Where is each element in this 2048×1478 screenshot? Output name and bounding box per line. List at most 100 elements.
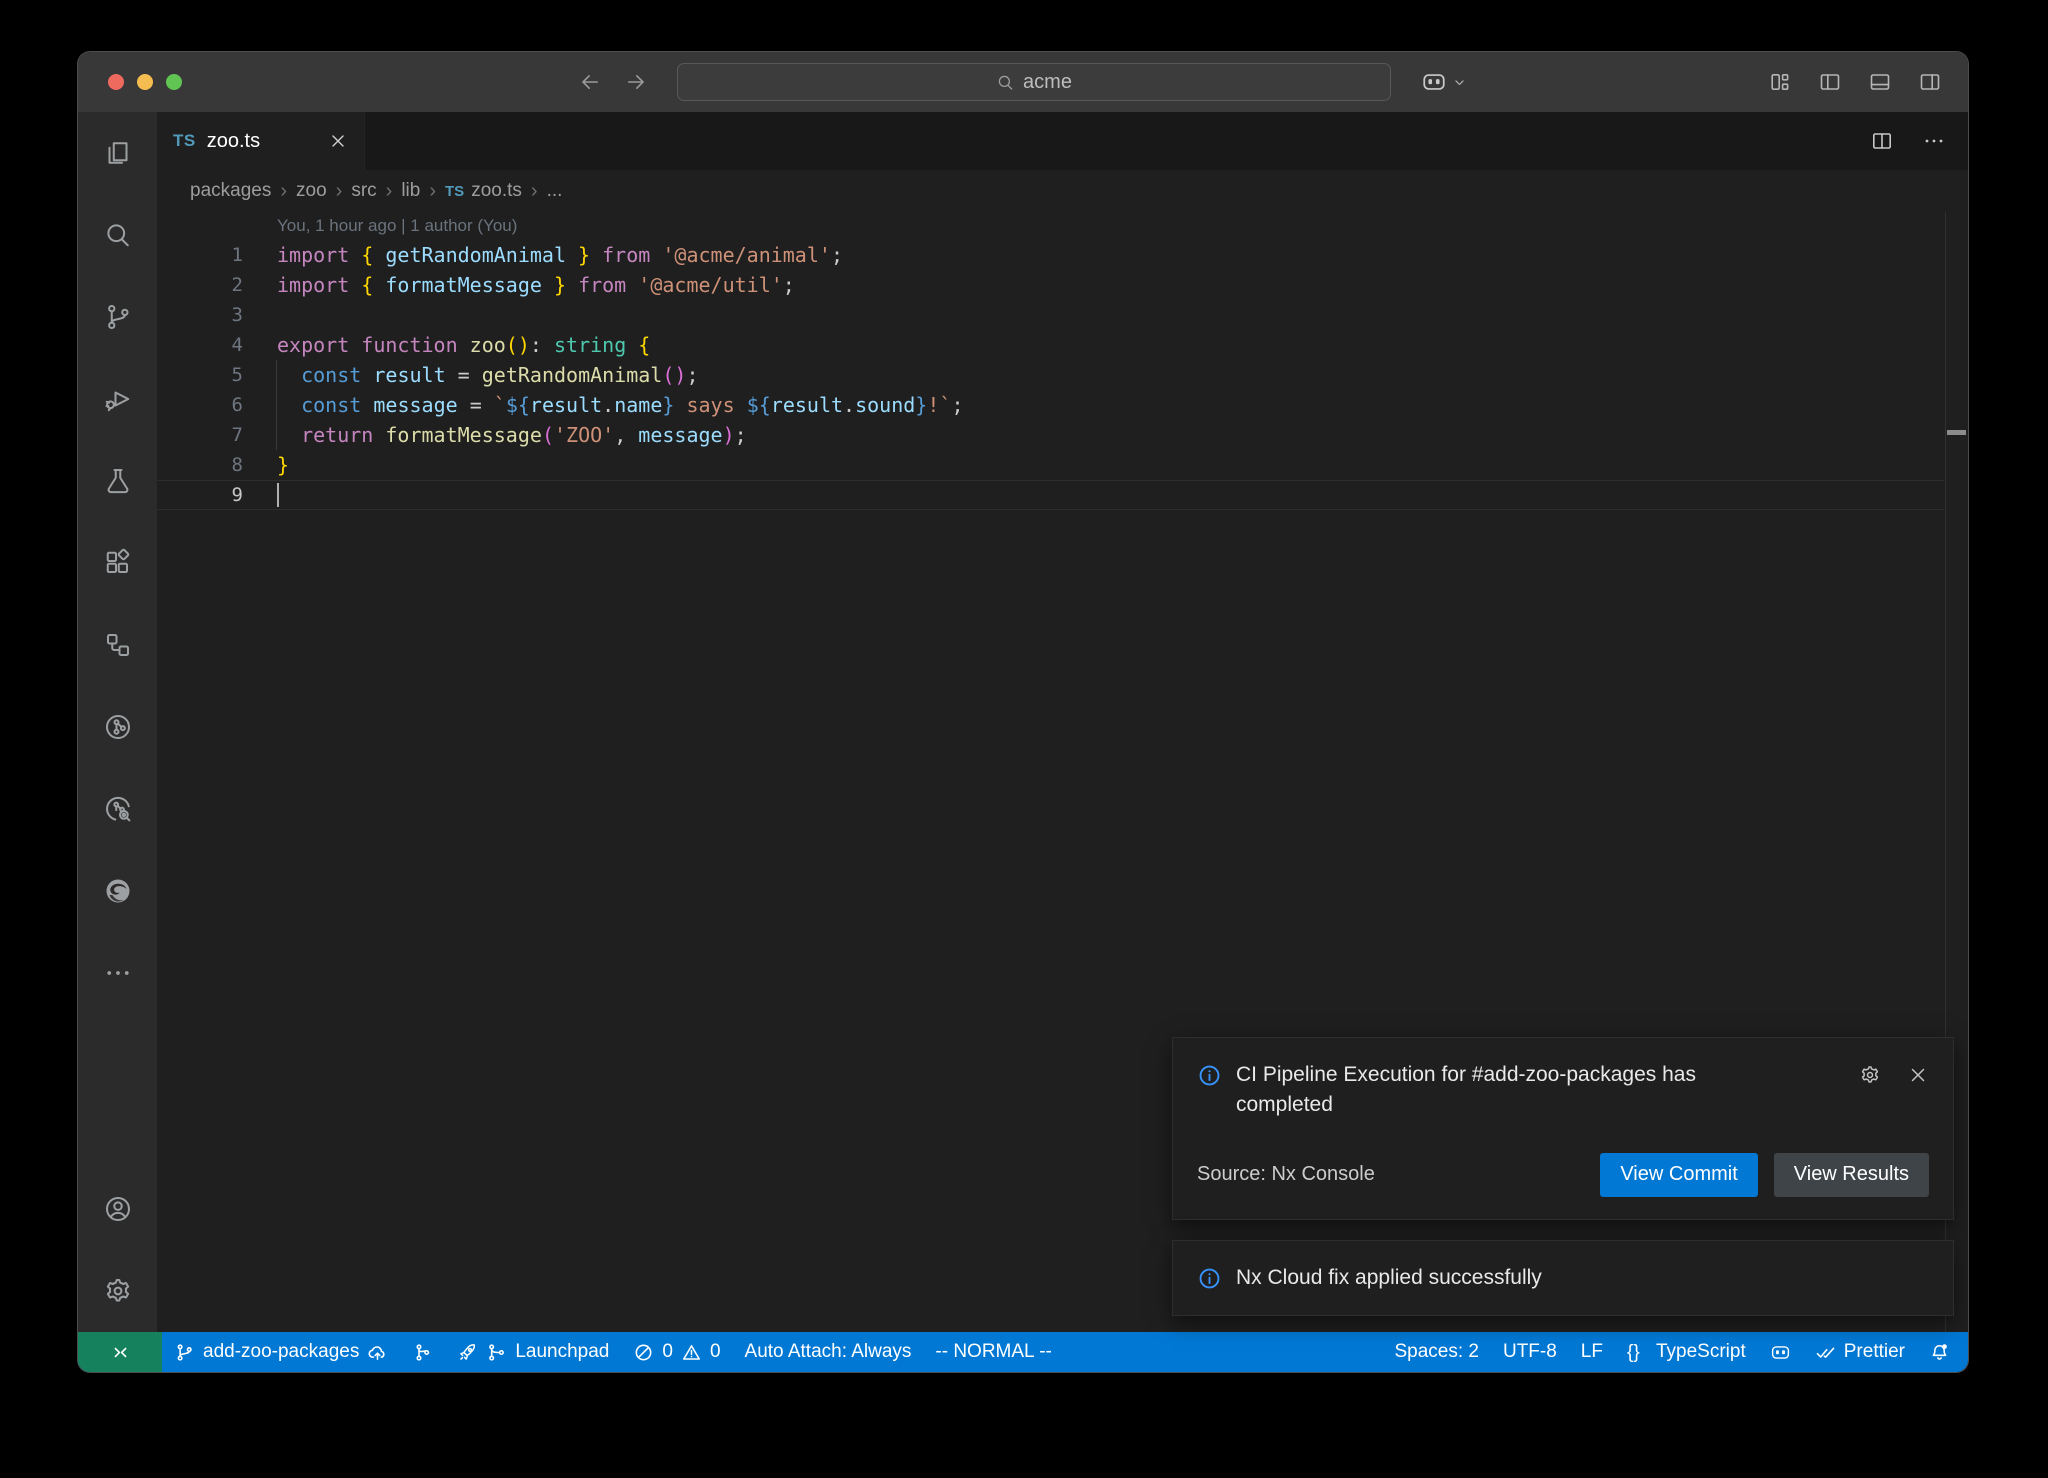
indent-guide [276, 360, 277, 450]
activity-bar-search[interactable] [78, 194, 157, 276]
status-git-branch[interactable]: add-zoo-packages [162, 1332, 400, 1372]
extensions-icon [103, 548, 133, 578]
status-language[interactable]: {}TypeScript [1615, 1332, 1758, 1372]
activity-bar-settings-gear[interactable] [78, 1250, 157, 1332]
breadcrumb-label: src [351, 180, 376, 202]
close-icon[interactable] [1907, 1064, 1929, 1086]
breadcrumb-separator: › [531, 180, 538, 203]
breadcrumb-item-packages[interactable]: packages [190, 180, 271, 202]
code-lines: 1import { getRandomAnimal } from '@acme/… [157, 240, 1944, 510]
status-vim-mode-label: -- NORMAL -- [935, 1341, 1051, 1363]
status-problems-label: 0 [710, 1341, 721, 1363]
code-line-3[interactable]: 3 [157, 300, 1944, 330]
code-line-9[interactable]: 9 [157, 480, 1944, 510]
code-line-8[interactable]: 8} [157, 450, 1944, 480]
activity-bar [78, 112, 157, 1332]
merge-icon [486, 1342, 507, 1363]
minimize-window-button[interactable] [137, 74, 153, 90]
view-results-button[interactable]: View Results [1774, 1153, 1929, 1197]
zoom-window-button[interactable] [166, 74, 182, 90]
branch-icon [174, 1342, 195, 1363]
status-indentation[interactable]: Spaces: 2 [1382, 1332, 1491, 1372]
status-formatter-label: Prettier [1844, 1341, 1905, 1363]
line-number: 5 [157, 360, 243, 390]
back-arrow-icon[interactable] [578, 70, 602, 94]
ellipsis-icon[interactable] [1922, 129, 1946, 153]
line-number: 8 [157, 450, 243, 480]
code-line-7[interactable]: 7 return formatMessage('ZOO', message); [157, 420, 1944, 450]
line-number: 7 [157, 420, 243, 450]
braces-icon: {} [1627, 1342, 1648, 1363]
toggle-sidebar-right-icon[interactable] [1918, 70, 1942, 94]
code-line-6[interactable]: 6 const message = `${result.name} says $… [157, 390, 1944, 420]
breadcrumb-separator: › [280, 180, 287, 203]
code-text [243, 300, 277, 330]
status-problems[interactable]: 00 [621, 1332, 732, 1372]
references-icon [103, 630, 133, 660]
breadcrumb-item-[interactable]: ... [547, 180, 563, 202]
toggle-sidebar-left-icon[interactable] [1818, 70, 1842, 94]
activity-bar-explorer[interactable] [78, 112, 157, 194]
edge-tools-icon [103, 876, 133, 906]
split-editor-icon[interactable] [1870, 129, 1894, 153]
overview-ruler-cursor-mark [1947, 430, 1966, 435]
activity-bar-testing[interactable] [78, 440, 157, 522]
typescript-file-icon: TS [445, 183, 464, 200]
search-icon [103, 220, 133, 250]
commit-graph-icon [412, 1342, 433, 1363]
status-auto-attach-label: Auto Attach: Always [745, 1341, 912, 1363]
breadcrumb-label: ... [547, 180, 563, 202]
activity-bar-gitlens[interactable] [78, 686, 157, 768]
code-line-2[interactable]: 2import { formatMessage } from '@acme/ut… [157, 270, 1944, 300]
source-control-icon [103, 302, 133, 332]
layout-controls [1768, 52, 1942, 112]
run-debug-icon [103, 384, 133, 414]
close-tab-icon[interactable] [328, 131, 348, 151]
warning-icon [681, 1342, 702, 1363]
activity-bar-edge-tools[interactable] [78, 850, 157, 932]
customize-layout-icon[interactable] [1768, 70, 1792, 94]
status-commit-graph[interactable] [400, 1332, 445, 1372]
activity-bar-source-control[interactable] [78, 276, 157, 358]
status-formatter[interactable]: Prettier [1803, 1332, 1917, 1372]
testing-icon [103, 466, 133, 496]
activity-bar-more-views[interactable] [78, 932, 157, 1014]
breadcrumb-item-zoo[interactable]: zoo [296, 180, 327, 202]
status-auto-attach[interactable]: Auto Attach: Always [733, 1332, 924, 1372]
tab-zoo-ts[interactable]: TS zoo.ts [157, 112, 365, 170]
account-icon [103, 1194, 133, 1224]
code-line-1[interactable]: 1import { getRandomAnimal } from '@acme/… [157, 240, 1944, 270]
line-number: 1 [157, 240, 243, 270]
gear-icon[interactable] [1859, 1064, 1881, 1086]
toast-footer-row: Source: Nx ConsoleView CommitView Result… [1197, 1153, 1929, 1197]
toast-message: Nx Cloud fix applied successfully [1236, 1263, 1542, 1293]
status-notifications-bell[interactable] [1917, 1332, 1962, 1372]
status-eol[interactable]: LF [1569, 1332, 1615, 1372]
status-encoding[interactable]: UTF-8 [1491, 1332, 1569, 1372]
code-line-5[interactable]: 5 const result = getRandomAnimal(); [157, 360, 1944, 390]
activity-bar-gitlens-inspect[interactable] [78, 768, 157, 850]
breadcrumb-item-src[interactable]: src [351, 180, 376, 202]
activity-bar-run-debug[interactable] [78, 358, 157, 440]
command-center-search[interactable]: acme [677, 63, 1391, 101]
view-commit-button[interactable]: View Commit [1600, 1153, 1757, 1197]
breadcrumb-item-lib[interactable]: lib [401, 180, 420, 202]
line-number: 9 [157, 480, 243, 510]
status-copilot-status[interactable] [1758, 1332, 1803, 1372]
code-line-4[interactable]: 4export function zoo(): string { [157, 330, 1944, 360]
toggle-panel-icon[interactable] [1868, 70, 1892, 94]
forward-arrow-icon[interactable] [624, 70, 648, 94]
copilot-menu[interactable] [1421, 52, 1468, 112]
activity-bar-extensions[interactable] [78, 522, 157, 604]
status-launchpad[interactable]: Launchpad [445, 1332, 621, 1372]
cloud-upload-icon [367, 1342, 388, 1363]
activity-bar-account[interactable] [78, 1168, 157, 1250]
ci-pipeline-toast: CI Pipeline Execution for #add-zoo-packa… [1172, 1037, 1954, 1220]
status-remote-indicator[interactable] [78, 1332, 162, 1372]
status-vim-mode[interactable]: -- NORMAL -- [923, 1332, 1063, 1372]
double-check-icon [1815, 1342, 1836, 1363]
explorer-icon [103, 138, 133, 168]
close-window-button[interactable] [108, 74, 124, 90]
activity-bar-references[interactable] [78, 604, 157, 686]
breadcrumb-item-zoots[interactable]: TSzoo.ts [445, 180, 522, 202]
